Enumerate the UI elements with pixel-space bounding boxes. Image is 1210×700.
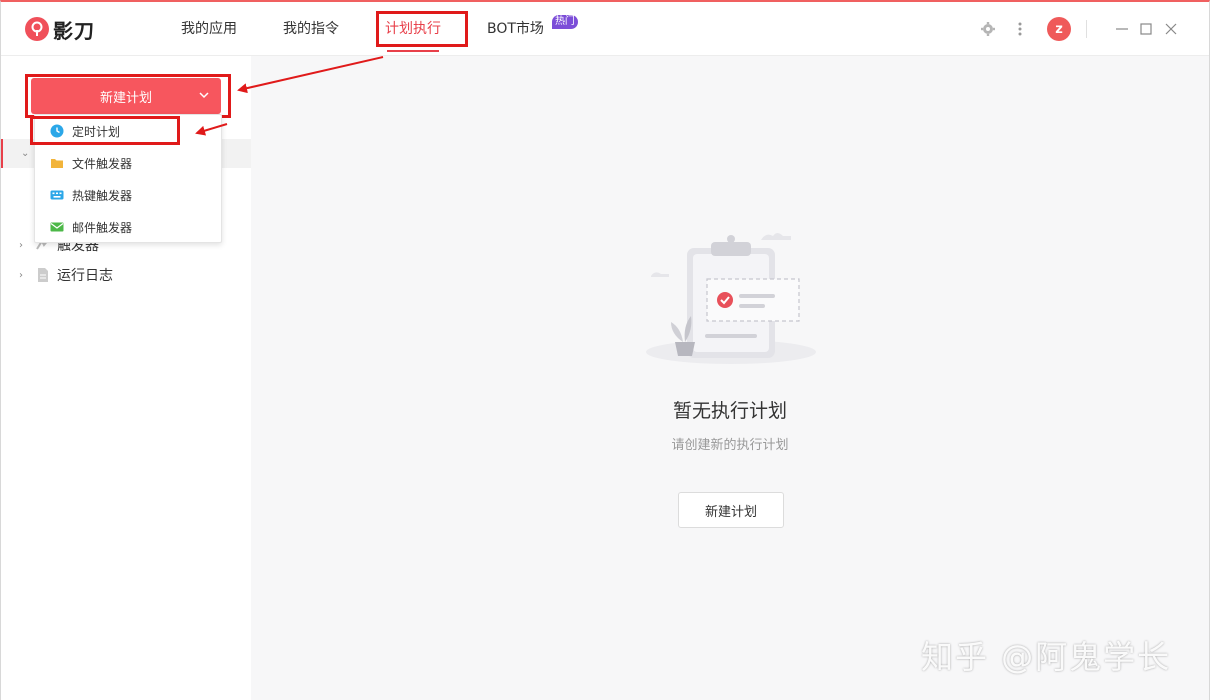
app-window: 影刀 我的应用 我的指令 计划执行 BOT市场 热门 z 新建计划 ⌄ › 触发… <box>0 0 1210 700</box>
chevron-down-icon[interactable]: ⌄ <box>21 148 31 159</box>
tab-my-apps[interactable]: 我的应用 <box>161 2 257 56</box>
tree-item-run-logs[interactable]: › 运行日志 <box>1 260 251 290</box>
menu-item-scheduled-plan[interactable]: 定时计划 <box>35 115 221 147</box>
app-name: 影刀 <box>53 18 95 43</box>
more-vertical-icon[interactable] <box>1011 20 1029 38</box>
menu-item-mail-trigger[interactable]: 邮件触发器 <box>35 211 221 243</box>
empty-state-subtitle: 请创建新的执行计划 <box>671 438 789 453</box>
mail-icon <box>50 222 64 232</box>
menu-item-hotkey-trigger[interactable]: 热键触发器 <box>35 179 221 211</box>
menu-item-file-trigger[interactable]: 文件触发器 <box>35 147 221 179</box>
empty-clipboard-illustration <box>646 233 816 364</box>
chevron-right-icon[interactable]: › <box>19 240 29 251</box>
new-plan-button[interactable]: 新建计划 <box>31 78 221 114</box>
chevron-down-icon <box>199 92 209 99</box>
main-nav: 我的应用 我的指令 计划执行 BOT市场 热门 <box>161 2 584 56</box>
avatar[interactable]: z <box>1047 17 1071 41</box>
tab-scheduled-execution[interactable]: 计划执行 <box>365 2 461 56</box>
close-icon[interactable] <box>1162 20 1180 38</box>
document-icon <box>38 268 48 282</box>
maximize-icon[interactable] <box>1137 20 1155 38</box>
tab-my-commands[interactable]: 我的指令 <box>263 2 359 56</box>
main-panel: 暂无执行计划 请创建新的执行计划 新建计划 <box>251 56 1209 700</box>
gear-icon[interactable] <box>979 20 997 38</box>
menu-item-label: 邮件触发器 <box>72 220 133 235</box>
tab-label: 计划执行 <box>385 21 441 37</box>
watermark: 知乎 @阿鬼学长 <box>921 638 1172 676</box>
tree-item-label: 运行日志 <box>57 268 113 284</box>
menu-item-label: 热键触发器 <box>72 188 133 203</box>
logo-icon <box>25 17 49 41</box>
hot-badge: 热门 <box>551 15 578 29</box>
menu-item-label: 定时计划 <box>72 124 121 139</box>
chevron-right-icon[interactable]: › <box>19 270 29 281</box>
header-divider <box>1086 20 1087 38</box>
top-bar: 影刀 我的应用 我的指令 计划执行 BOT市场 热门 z <box>1 2 1209 56</box>
tab-bot-market[interactable]: BOT市场 热门 <box>467 2 578 56</box>
button-label: 新建计划 <box>704 504 757 520</box>
folder-icon <box>51 159 63 168</box>
tab-label: 我的应用 <box>181 21 237 37</box>
header-actions: z <box>979 2 1209 56</box>
menu-item-label: 文件触发器 <box>72 156 133 171</box>
create-plan-button[interactable]: 新建计划 <box>678 492 784 528</box>
empty-state-title: 暂无执行计划 <box>672 400 787 422</box>
button-label: 新建计划 <box>99 90 152 106</box>
new-plan-dropdown: 定时计划 文件触发器 热键触发器 邮件触发器 <box>34 114 222 243</box>
keyboard-icon <box>50 190 64 200</box>
tab-label: BOT市场 <box>487 21 544 37</box>
clock-icon <box>50 124 64 138</box>
tab-label: 我的指令 <box>283 21 339 37</box>
app-logo: 影刀 <box>25 15 95 43</box>
minimize-icon[interactable] <box>1113 20 1131 38</box>
